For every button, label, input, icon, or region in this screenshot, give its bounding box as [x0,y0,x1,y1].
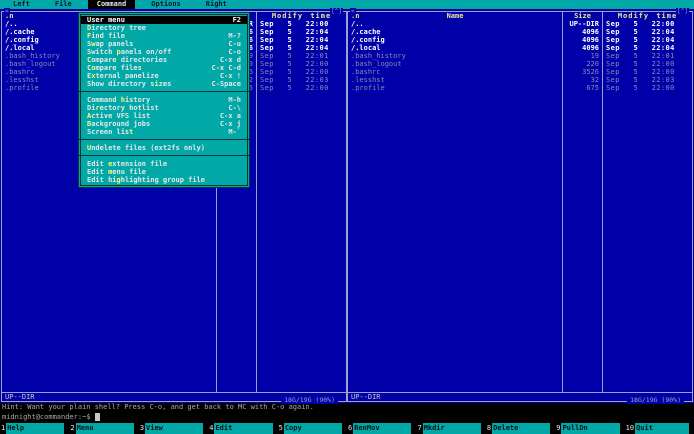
menu-separator [79,136,249,144]
text-cursor [94,413,100,421]
command-line[interactable]: midnight@commander:~$ [0,412,694,422]
menu-item-edit-menu-file[interactable]: Edit menu file [82,168,246,176]
menu-item-screen-list[interactable]: Screen list M-` [82,128,246,136]
fkey-menu[interactable]: 2 Menu [69,423,138,434]
fkey-delete[interactable]: 8 Delete [486,423,555,434]
fkey-renmov[interactable]: 6 RenMov [347,423,416,434]
menubar-item-file[interactable]: File [46,0,81,9]
file-row[interactable]: /..UP--DIRSep 5 22:00 [348,20,692,28]
panel-header: .nName Size Modify time [348,12,692,20]
fkey-mkdir[interactable]: 7 Mkdir [416,423,485,434]
menu-item-switch-panels[interactable]: Switch panels on/off C-o [82,48,246,56]
file-row[interactable]: /.local4096Sep 5 22:04 [348,44,692,52]
menu-item-command-history[interactable]: Command history M-h [82,96,246,104]
file-list: /..UP--DIRSep 5 22:00 /.cache4096Sep 5 2… [348,20,692,392]
menu-item-find-file[interactable]: Find file M-? [82,32,246,40]
fkey-quit[interactable]: 10 Quit [625,423,694,434]
menu-item-user-menu[interactable]: User menu F2 [81,16,247,24]
file-row[interactable]: .bashrc3526Sep 5 22:00 [348,68,692,76]
menu-item-external-panelize[interactable]: External panelize C-x ! [82,72,246,80]
file-row[interactable]: /.cache4096Sep 5 22:04 [348,28,692,36]
fkey-pulldn[interactable]: 9 PullDn [555,423,624,434]
hint-line: Hint: Want your plain shell? Press C-o, … [0,403,694,412]
fkey-edit[interactable]: 4 Edit [208,423,277,434]
history-back-icon[interactable]: < [350,8,356,15]
menu-item-undelete-files[interactable]: Undelete files (ext2fs only) [82,144,246,152]
menu-item-swap-panels[interactable]: Swap panels C-u [82,40,246,48]
menu-item-compare-files[interactable]: Compare files C-x C-d [82,64,246,72]
menu-separator [79,88,249,96]
file-row[interactable]: /.config4096Sep 5 22:04 [348,36,692,44]
history-back-icon[interactable]: < [4,8,10,15]
fkey-view[interactable]: 3 View [139,423,208,434]
dir-up-icon[interactable]: [^] [676,8,689,15]
file-row[interactable]: .lesshst32Sep 5 22:03 [348,76,692,84]
file-row[interactable]: .bash_logout220Sep 5 22:00 [348,60,692,68]
fkey-copy[interactable]: 5 Copy [278,423,347,434]
menu-item-background-jobs[interactable]: Background jobs C-x j [82,120,246,128]
function-key-bar: 1 Help 2 Menu 3 View 4 Edit 5 Copy 6 RenMov 7M… [0,422,694,434]
menu-item-active-vfs-list[interactable]: Active VFS list C-x a [82,112,246,120]
shell-prompt: midnight@commander:~$ [2,413,91,421]
file-row[interactable]: .bash_history19Sep 5 22:01 [348,52,692,60]
file-list-empty-area [348,92,692,392]
menu-item-edit-extension-file[interactable]: Edit extension file [82,160,246,168]
midnight-commander-screen: Left File Command Options Right < [^] .n… [0,0,694,434]
right-panel: < [^] .n Name Size Modify time /.. UP--DIR… [347,8,693,404]
menu-item-directory-tree[interactable]: Directory tree [82,24,246,32]
column-header-name[interactable]: Name [447,12,464,20]
column-header-size[interactable]: Size [562,12,602,20]
menu-separator [79,152,249,160]
menu-bar: Left File Command Options Right [0,0,694,9]
menu-item-directory-hotlist[interactable]: Directory hotlist C-\ [82,104,246,112]
menu-item-compare-directories[interactable]: Compare directories C-x d [82,56,246,64]
dir-up-icon[interactable]: [^] [330,8,343,15]
free-space-indicator: 18G/19G (90%) [281,397,338,404]
menu-item-show-directory-sizes[interactable]: Show directory sizes C-Space [82,80,246,88]
command-menu-dropdown: User menu F2 Directory tree Find file M-? … [78,12,250,188]
menubar-item-options[interactable]: Options [142,0,190,9]
file-row[interactable]: .profile675Sep 5 22:00 [348,84,692,92]
fkey-help[interactable]: 1 Help [0,423,69,434]
menubar-item-command[interactable]: Command [87,0,136,9]
menubar-item-right[interactable]: Right [197,0,236,9]
menu-item-edit-highlighting-group-file[interactable]: Edit highlighting group file [82,176,246,184]
free-space-indicator: 18G/19G (90%) [627,397,684,404]
